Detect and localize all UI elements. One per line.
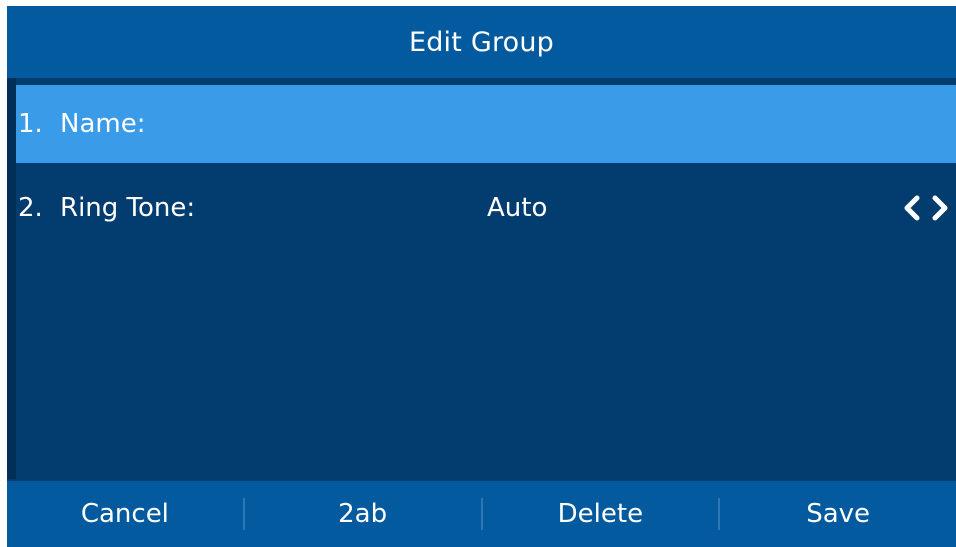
ring-tone-row[interactable]: 2. Ring Tone: Auto xyxy=(16,169,956,247)
name-field-row[interactable]: 1. Name: xyxy=(16,85,956,163)
delete-button[interactable]: Delete xyxy=(483,481,719,547)
save-button[interactable]: Save xyxy=(720,481,956,547)
ring-tone-value: Auto xyxy=(487,193,548,223)
item-number: 1. xyxy=(18,109,43,139)
softkey-bar: Cancel 2ab Delete Save xyxy=(7,481,956,547)
chevron-left-icon[interactable] xyxy=(902,194,922,222)
name-label: Name: xyxy=(60,109,146,139)
ring-tone-label: Ring Tone: xyxy=(60,193,196,223)
input-mode-button[interactable]: 2ab xyxy=(245,481,481,547)
chevron-right-icon[interactable] xyxy=(930,194,950,222)
ring-tone-selector xyxy=(902,169,950,247)
phone-screen: Edit Group 1. Name: 2. Ring Tone: Auto C… xyxy=(7,6,956,547)
item-number: 2. xyxy=(18,193,43,223)
list-left-edge xyxy=(7,78,16,479)
title-bar: Edit Group xyxy=(7,6,956,78)
page-title: Edit Group xyxy=(408,26,555,58)
cancel-button[interactable]: Cancel xyxy=(7,481,243,547)
